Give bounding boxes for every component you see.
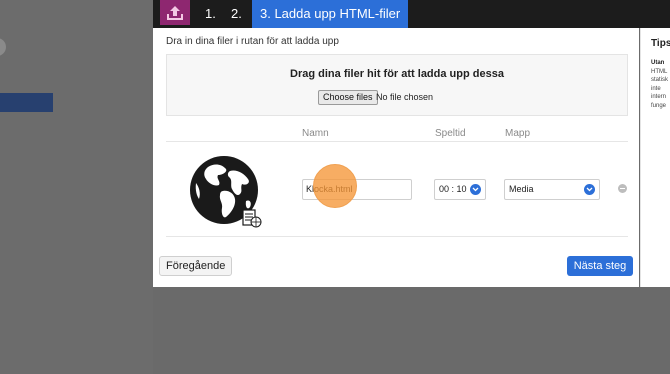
wizard-step-2[interactable]: 2. [231,0,242,28]
tips-text: Utan HTML statisk inte intern funge [651,59,670,110]
click-cursor-indicator [313,164,357,208]
folder-value: Media [509,184,534,194]
chevron-down-icon [584,184,595,195]
choose-files-button[interactable]: Choose files [318,90,378,105]
remove-file-icon[interactable] [618,184,627,193]
column-header-playtime: Speltid [435,128,466,139]
tips-title: Tips [651,38,670,49]
tips-body: HTML statisk inte intern funge [651,68,669,109]
upload-icon [160,0,190,25]
column-header-folder: Mapp [505,128,531,139]
wizard-step-1[interactable]: 1. [205,0,216,28]
previous-button[interactable]: Föregående [159,256,233,276]
upload-instruction: Dra in dina filer i rutan för att ladda … [166,36,339,47]
next-step-button[interactable]: Nästa steg [567,256,633,276]
divider [166,141,628,142]
background-selected-item [0,93,53,112]
tips-panel: Tips Utan HTML statisk inte intern funge [640,28,670,287]
background-overlay [153,287,670,374]
folder-select[interactable]: Media [504,179,600,200]
chevron-down-icon [470,184,481,195]
divider [166,236,628,237]
wizard-step-3-active[interactable]: 3. Ladda upp HTML-filer [252,0,408,28]
no-file-text: No file chosen [376,92,434,102]
dropzone-title: Drag dina filer hit för att ladda upp de… [290,68,504,80]
tips-heading: Utan [651,60,665,66]
playtime-select[interactable]: 00 : 10 [434,179,486,200]
playtime-value: 00 : 10 [439,184,467,194]
file-dropzone[interactable]: Drag dina filer hit för att ladda upp de… [166,54,628,116]
column-header-name: Namn [302,128,329,139]
background-sidebar [0,0,153,374]
html-file-globe-icon [188,153,262,229]
